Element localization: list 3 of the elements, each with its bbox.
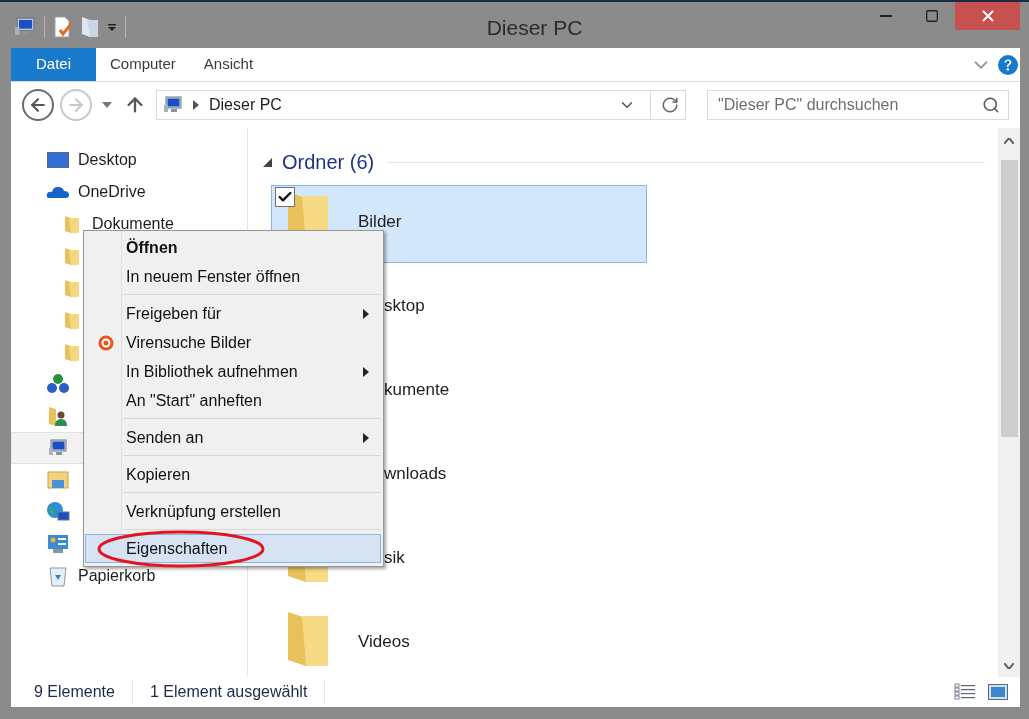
selection-count: 1 Element ausgewählt	[132, 680, 326, 704]
window-title: Dieser PC	[486, 15, 583, 41]
item-count: 9 Elemente	[34, 680, 133, 704]
